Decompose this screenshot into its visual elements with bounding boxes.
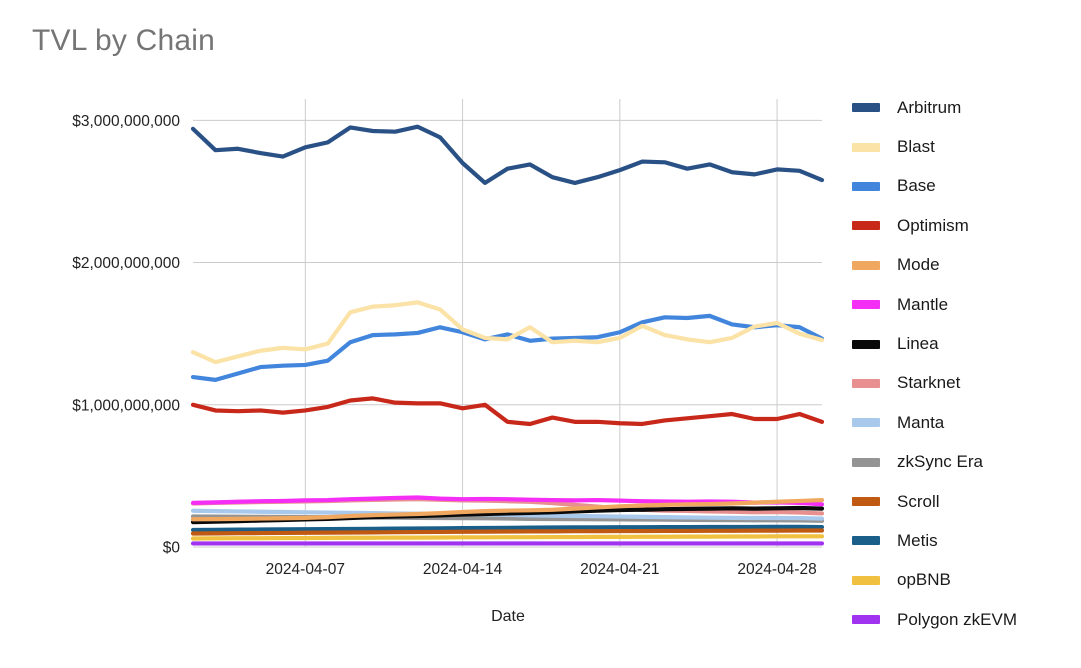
x-axis-tick-labels: 2024-04-07 2024-04-14 2024-04-21 2024-04-28 — [266, 561, 817, 578]
legend-item-label: Metis — [897, 530, 938, 550]
legend-item[interactable]: Blast — [852, 127, 1080, 166]
chart-legend: Arbitrum Blast Base Optimism Mode Mantle Linea… — [852, 88, 1080, 639]
legend-item[interactable]: Starknet — [852, 364, 1080, 403]
x-axis-tick-label: 2024-04-21 — [580, 561, 659, 578]
legend-color-swatch — [852, 103, 880, 113]
series-line — [190, 534, 825, 541]
legend-color-swatch — [852, 300, 880, 310]
legend-color-swatch — [852, 457, 880, 467]
legend-item-label: Mantle — [897, 294, 949, 314]
tvl-by-chain-chart: TVL by Chain $0 $1,000,000,000 $2,000,000,… — [0, 0, 1081, 668]
legend-item[interactable]: Polygon zkEVM — [852, 600, 1080, 639]
legend-item-label: Base — [897, 176, 936, 196]
legend-item[interactable]: Metis — [852, 521, 1080, 560]
y-axis-tick-label: $2,000,000,000 — [72, 255, 180, 272]
x-axis-tick-label: 2024-04-28 — [737, 561, 816, 578]
legend-item[interactable]: Optimism — [852, 206, 1080, 245]
legend-item-label: zkSync Era — [897, 452, 983, 472]
legend-color-swatch — [852, 142, 880, 152]
legend-color-swatch — [852, 181, 880, 191]
legend-item[interactable]: Linea — [852, 324, 1080, 363]
legend-color-swatch — [852, 378, 880, 388]
legend-item-label: Optimism — [897, 215, 969, 235]
series-line — [190, 528, 825, 536]
series-lines — [190, 124, 825, 546]
y-axis-tick-label: $0 — [163, 540, 181, 557]
legend-item-label: Linea — [897, 334, 939, 354]
legend-item[interactable]: Manta — [852, 403, 1080, 442]
legend-color-swatch — [852, 221, 880, 231]
legend-item[interactable]: Mantle — [852, 285, 1080, 324]
legend-item-label: Arbitrum — [897, 97, 962, 117]
series-line — [190, 124, 825, 186]
legend-item-label: opBNB — [897, 570, 951, 590]
legend-color-swatch — [852, 575, 880, 585]
legend-color-swatch — [852, 339, 880, 349]
y-axis-tick-labels: $0 $1,000,000,000 $2,000,000,000 $3,000,000… — [72, 113, 180, 557]
legend-item[interactable]: Scroll — [852, 482, 1080, 521]
legend-color-swatch — [852, 497, 880, 507]
legend-item[interactable]: zkSync Era — [852, 443, 1080, 482]
legend-color-swatch — [852, 418, 880, 428]
legend-item-label: Polygon zkEVM — [897, 609, 1017, 629]
legend-item-label: Blast — [897, 137, 935, 157]
x-axis-tick-label: 2024-04-07 — [266, 561, 345, 578]
series-line — [190, 396, 825, 427]
y-axis-tick-label: $1,000,000,000 — [72, 397, 180, 414]
legend-color-swatch — [852, 536, 880, 546]
legend-item[interactable]: Mode — [852, 246, 1080, 285]
y-axis-tick-label: $3,000,000,000 — [72, 113, 180, 130]
legend-item[interactable]: opBNB — [852, 561, 1080, 600]
legend-item[interactable]: Base — [852, 167, 1080, 206]
legend-item-label: Scroll — [897, 491, 940, 511]
legend-item[interactable]: Arbitrum — [852, 88, 1080, 127]
legend-item-label: Mode — [897, 255, 940, 275]
x-axis-title: Date — [491, 608, 525, 625]
legend-item-label: Starknet — [897, 373, 961, 393]
legend-color-swatch — [852, 260, 880, 270]
legend-color-swatch — [852, 615, 880, 625]
x-axis-tick-label: 2024-04-14 — [423, 561, 503, 578]
legend-item-label: Manta — [897, 412, 945, 432]
series-line — [190, 300, 825, 365]
